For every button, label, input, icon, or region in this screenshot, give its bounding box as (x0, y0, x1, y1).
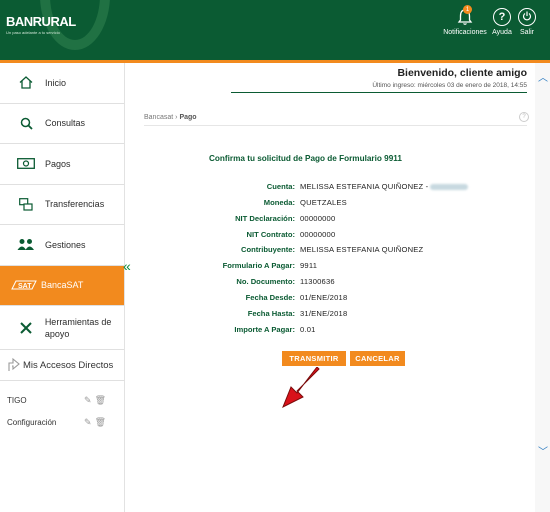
people-icon (17, 238, 35, 251)
field-label: Contribuyente: (241, 245, 295, 254)
welcome-block: Bienvenido, cliente amigo Último ingreso… (372, 67, 527, 89)
power-icon (518, 8, 536, 26)
shortcut-arrow-icon (6, 356, 20, 375)
field-row-moneda: Moneda: QUETZALES (131, 198, 531, 210)
transmit-button[interactable]: TRANSMITIR (282, 351, 346, 366)
chevron-up-icon[interactable]: ︿ (538, 69, 548, 84)
field-value: 9911 (300, 261, 318, 270)
field-value: MELISSA ESTEFANIA QUIÑONEZ (300, 245, 424, 254)
shortcut-label: Configuración (7, 417, 57, 427)
field-label: No. Documento: (236, 277, 295, 286)
edit-pencil-icon[interactable]: ✎ (84, 417, 92, 428)
shortcut-item-tigo[interactable]: TIGO ✎ 🗑 (0, 389, 124, 411)
field-row-formulario: Formulario A Pagar: 9911 (131, 261, 531, 273)
breadcrumb-divider (144, 125, 527, 126)
breadcrumb-current: Pago (179, 114, 197, 121)
field-label: Formulario A Pagar: (222, 261, 295, 270)
field-value: 31/ENE/2018 (300, 309, 348, 318)
banrural-logo[interactable]: BANRURAL Un paso adelante a tu servicio (6, 14, 76, 35)
welcome-title: Bienvenido, cliente amigo (397, 67, 527, 79)
help-icon: ? (493, 8, 511, 26)
tools-icon (17, 321, 35, 335)
money-icon (17, 158, 35, 170)
field-value: 01/ENE/2018 (300, 293, 348, 302)
svg-text:SAT: SAT (18, 283, 32, 290)
sidebar-item-inicio[interactable]: Inicio (0, 63, 124, 104)
home-icon (17, 76, 35, 89)
sidebar-item-label: Pagos (45, 158, 71, 169)
field-row-contribuyente: Contribuyente: MELISSA ESTEFANIA QUIÑONE… (131, 245, 531, 257)
sidebar-item-label: BancaSAT (41, 280, 84, 291)
sidebar-item-label: Inicio (45, 77, 67, 88)
exit-button[interactable]: Salir (516, 8, 538, 36)
sidebar-item-transferencias[interactable]: Transferencias (0, 185, 124, 225)
page-scrollbar[interactable]: ︿ ﹀ (535, 63, 550, 512)
sidebar-item-bancasat[interactable]: SAT BancaSAT (0, 265, 124, 306)
red-pointer-arrow-icon (282, 367, 320, 409)
trash-icon[interactable]: 🗑 (95, 417, 106, 428)
field-row-documento: No. Documento: 11300636 (131, 277, 531, 289)
exit-label: Salir (519, 29, 534, 36)
notifications-label: Notificaciones (443, 29, 487, 36)
sidebar-item-consultas[interactable]: Consultas (0, 104, 124, 144)
field-value: QUETZALES (300, 198, 347, 207)
help-label: Ayuda (492, 29, 512, 36)
breadcrumb-root[interactable]: Bancasat (144, 114, 173, 121)
field-value: 00000000 (300, 214, 336, 223)
accesos-directos-header: Mis Accesos Directos (0, 353, 124, 377)
shortcut-item-configuracion[interactable]: Configuración ✎ 🗑 (0, 411, 124, 433)
field-value: 0.01 (300, 325, 316, 334)
search-icon (17, 117, 35, 130)
field-row-nit-contrato: NIT Contrato: 00000000 (131, 230, 531, 242)
field-row-cuenta: Cuenta: MELISSA ESTEFANIA QUIÑONEZ - (131, 182, 531, 194)
field-label: Fecha Desde: (245, 293, 295, 302)
field-label: Moneda: (263, 198, 295, 207)
field-value: 00000000 (300, 230, 336, 239)
sidebar-item-label: Transferencias (45, 199, 105, 210)
sidebar-item-label: Consultas (45, 118, 86, 129)
field-label: Fecha Hasta: (247, 309, 295, 318)
collapse-sidebar-icon[interactable]: « (123, 258, 131, 274)
accesos-directos-label: Mis Accesos Directos (23, 359, 114, 371)
field-row-fecha-desde: Fecha Desde: 01/ENE/2018 (131, 293, 531, 305)
sat-logo-icon: SAT (11, 280, 37, 290)
sidebar-item-gestiones[interactable]: Gestiones (0, 225, 124, 266)
field-label: NIT Contrato: (246, 230, 295, 239)
notifications-count-badge: 1 (463, 5, 472, 14)
field-row-importe: Importe A Pagar: 0.01 (131, 325, 531, 337)
field-label: Cuenta: (266, 182, 295, 191)
logo-tagline: Un paso adelante a tu servicio (6, 30, 60, 35)
top-header: BANRURAL Un paso adelante a tu servicio … (0, 0, 550, 60)
field-row-nit-declaracion: NIT Declaración: 00000000 (131, 214, 531, 226)
sidebar-item-herramientas[interactable]: Herramientas de apoyo (0, 306, 124, 350)
breadcrumb-separator: › (175, 114, 178, 121)
cancel-button[interactable]: CANCELAR (350, 351, 405, 366)
sidebar: Inicio Consultas Pagos Transferencias Ge… (0, 63, 125, 512)
logo-name: BANRURAL (6, 14, 76, 29)
sidebar-item-label: Gestiones (45, 239, 86, 250)
main-content: Bienvenido, cliente amigo Último ingreso… (131, 63, 535, 512)
help-button[interactable]: ? Ayuda (490, 8, 514, 36)
sidebar-item-label: Herramientas de apoyo (44, 316, 112, 339)
page-help-icon[interactable]: ? (519, 112, 529, 122)
edit-pencil-icon[interactable]: ✎ (84, 395, 92, 406)
breadcrumb: Bancasat › Pago (144, 114, 197, 121)
field-value: 11300636 (300, 277, 335, 286)
field-row-fecha-hasta: Fecha Hasta: 31/ENE/2018 (131, 309, 531, 321)
welcome-underline (231, 92, 527, 93)
field-label: NIT Declaración: (235, 214, 295, 223)
sidebar-item-pagos[interactable]: Pagos (0, 144, 124, 185)
last-login-text: Último ingreso: miércoles 03 de enero de… (372, 82, 527, 89)
notifications-button[interactable]: 1 Notificaciones (443, 5, 487, 36)
shortcut-label: TIGO (7, 395, 27, 405)
redacted-account-number (430, 184, 469, 190)
transfer-icon (17, 197, 35, 211)
field-value: MELISSA ESTEFANIA QUIÑONEZ - (300, 182, 469, 191)
trash-icon[interactable]: 🗑 (95, 395, 106, 406)
field-label: Importe A Pagar: (234, 325, 295, 334)
chevron-down-icon[interactable]: ﹀ (538, 443, 548, 458)
confirm-title: Confirma tu solicitud de Pago de Formula… (209, 154, 402, 163)
